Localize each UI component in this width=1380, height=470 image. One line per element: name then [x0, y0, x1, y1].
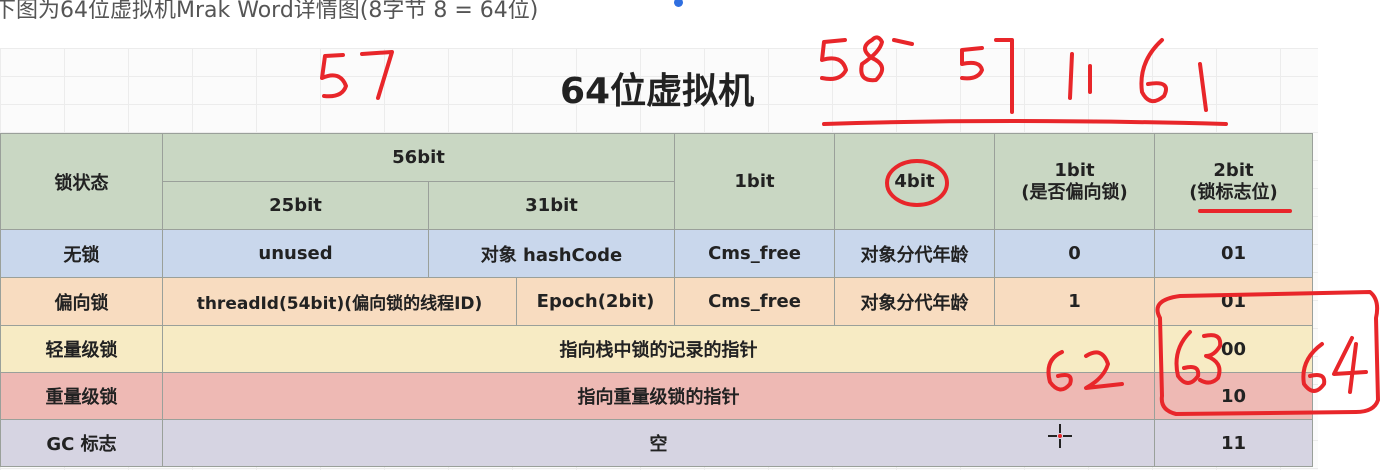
row-state-cell: 偏向锁 [0, 277, 163, 326]
header-biased-line1: 1bit [1054, 159, 1095, 181]
ink-stroke [1332, 336, 1368, 376]
table-row: 轻量级锁 指向栈中锁的记录的指针 00 [0, 325, 1313, 373]
header-1bit: 1bit [674, 133, 835, 230]
mark-word-table: 锁状态 56bit 1bit 4bit 1bit (是否偏向锁) 2bit (锁… [0, 133, 1313, 467]
table-row: 无锁 unused 对象 hashCode Cms_free 对象分代年龄 0 … [0, 229, 1313, 278]
header-25bit: 25bit [162, 181, 429, 230]
row-cell: 1 [994, 277, 1155, 326]
row-flag-cell: 01 [1154, 229, 1313, 278]
table-row: GC 标志 空 11 [0, 419, 1313, 467]
header-biased-line2: (是否偏向锁) [1021, 181, 1128, 203]
row-state-cell: GC 标志 [0, 419, 163, 467]
header-56bit: 56bit [162, 133, 675, 182]
ink-stroke [892, 38, 914, 46]
header-lock-state: 锁状态 [0, 133, 163, 230]
row-span-cell: 指向重量级锁的指针 [162, 372, 1155, 420]
page-caption: 下图为64位虚拟机Mrak Word详情图(8字节 8 = 64位) [0, 0, 539, 23]
header-row-top: 锁状态 56bit 1bit 4bit 1bit (是否偏向锁) 2bit (锁… [0, 133, 1313, 230]
row-cell: threadId(54bit)(偏向锁的线程ID) [162, 277, 517, 326]
row-flag-cell: 11 [1154, 419, 1313, 467]
crosshair-cursor-icon [1048, 424, 1072, 448]
header-biased-flag: 1bit (是否偏向锁) [994, 133, 1155, 230]
row-state-cell: 无锁 [0, 229, 163, 278]
table-row: 重量级锁 指向重量级锁的指针 10 [0, 372, 1313, 420]
row-span-cell: 空 [162, 419, 1155, 467]
row-cell: unused [162, 229, 429, 278]
ink-stroke [1348, 342, 1358, 394]
header-flag-line2: (锁标志位) [1189, 181, 1278, 203]
row-cell: 0 [994, 229, 1155, 278]
row-span-cell: 指向栈中锁的记录的指针 [162, 325, 1155, 373]
header-4bit: 4bit [834, 133, 995, 230]
row-flag-cell: 00 [1154, 325, 1313, 373]
row-state-cell: 轻量级锁 [0, 325, 163, 373]
row-cell: 对象分代年龄 [834, 229, 995, 278]
progress-indicator-dot [674, 0, 683, 7]
row-cell: 对象分代年龄 [834, 277, 995, 326]
table-row: 偏向锁 threadId(54bit)(偏向锁的线程ID) Epoch(2bit… [0, 277, 1313, 326]
header-31bit: 31bit [428, 181, 675, 230]
row-cell: Epoch(2bit) [516, 277, 675, 326]
header-lock-flag: 2bit (锁标志位) [1154, 133, 1313, 230]
row-state-cell: 重量级锁 [0, 372, 163, 420]
row-cell: 对象 hashCode [428, 229, 675, 278]
row-cell: Cms_free [674, 277, 835, 326]
table-title: 64位虚拟机 [560, 71, 755, 112]
row-flag-cell: 10 [1154, 372, 1313, 420]
row-cell: Cms_free [674, 229, 835, 278]
header-flag-line1: 2bit [1213, 159, 1254, 181]
row-flag-cell: 01 [1154, 277, 1313, 326]
